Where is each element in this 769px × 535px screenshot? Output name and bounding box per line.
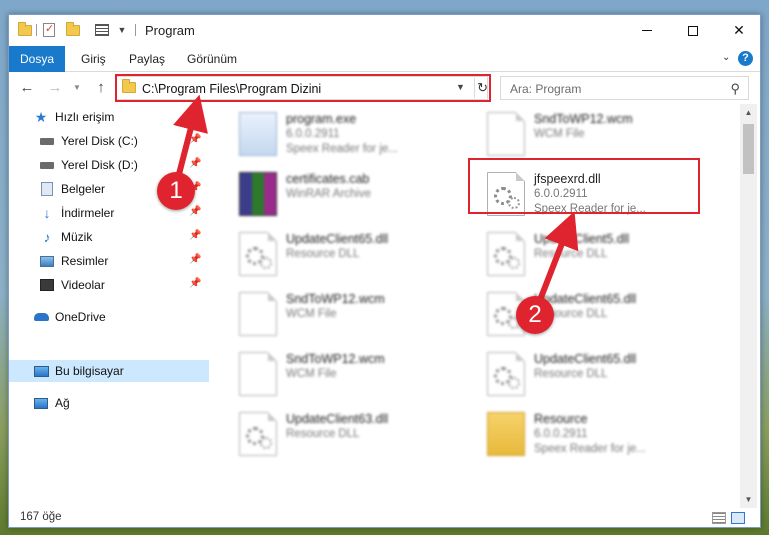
arrow-to-address-bar (173, 94, 208, 181)
step-badge-2: 2 (516, 296, 554, 334)
step-badge-1: 1 (157, 172, 195, 210)
annotation-arrows (173, 94, 579, 303)
arrow-to-file (537, 211, 579, 303)
